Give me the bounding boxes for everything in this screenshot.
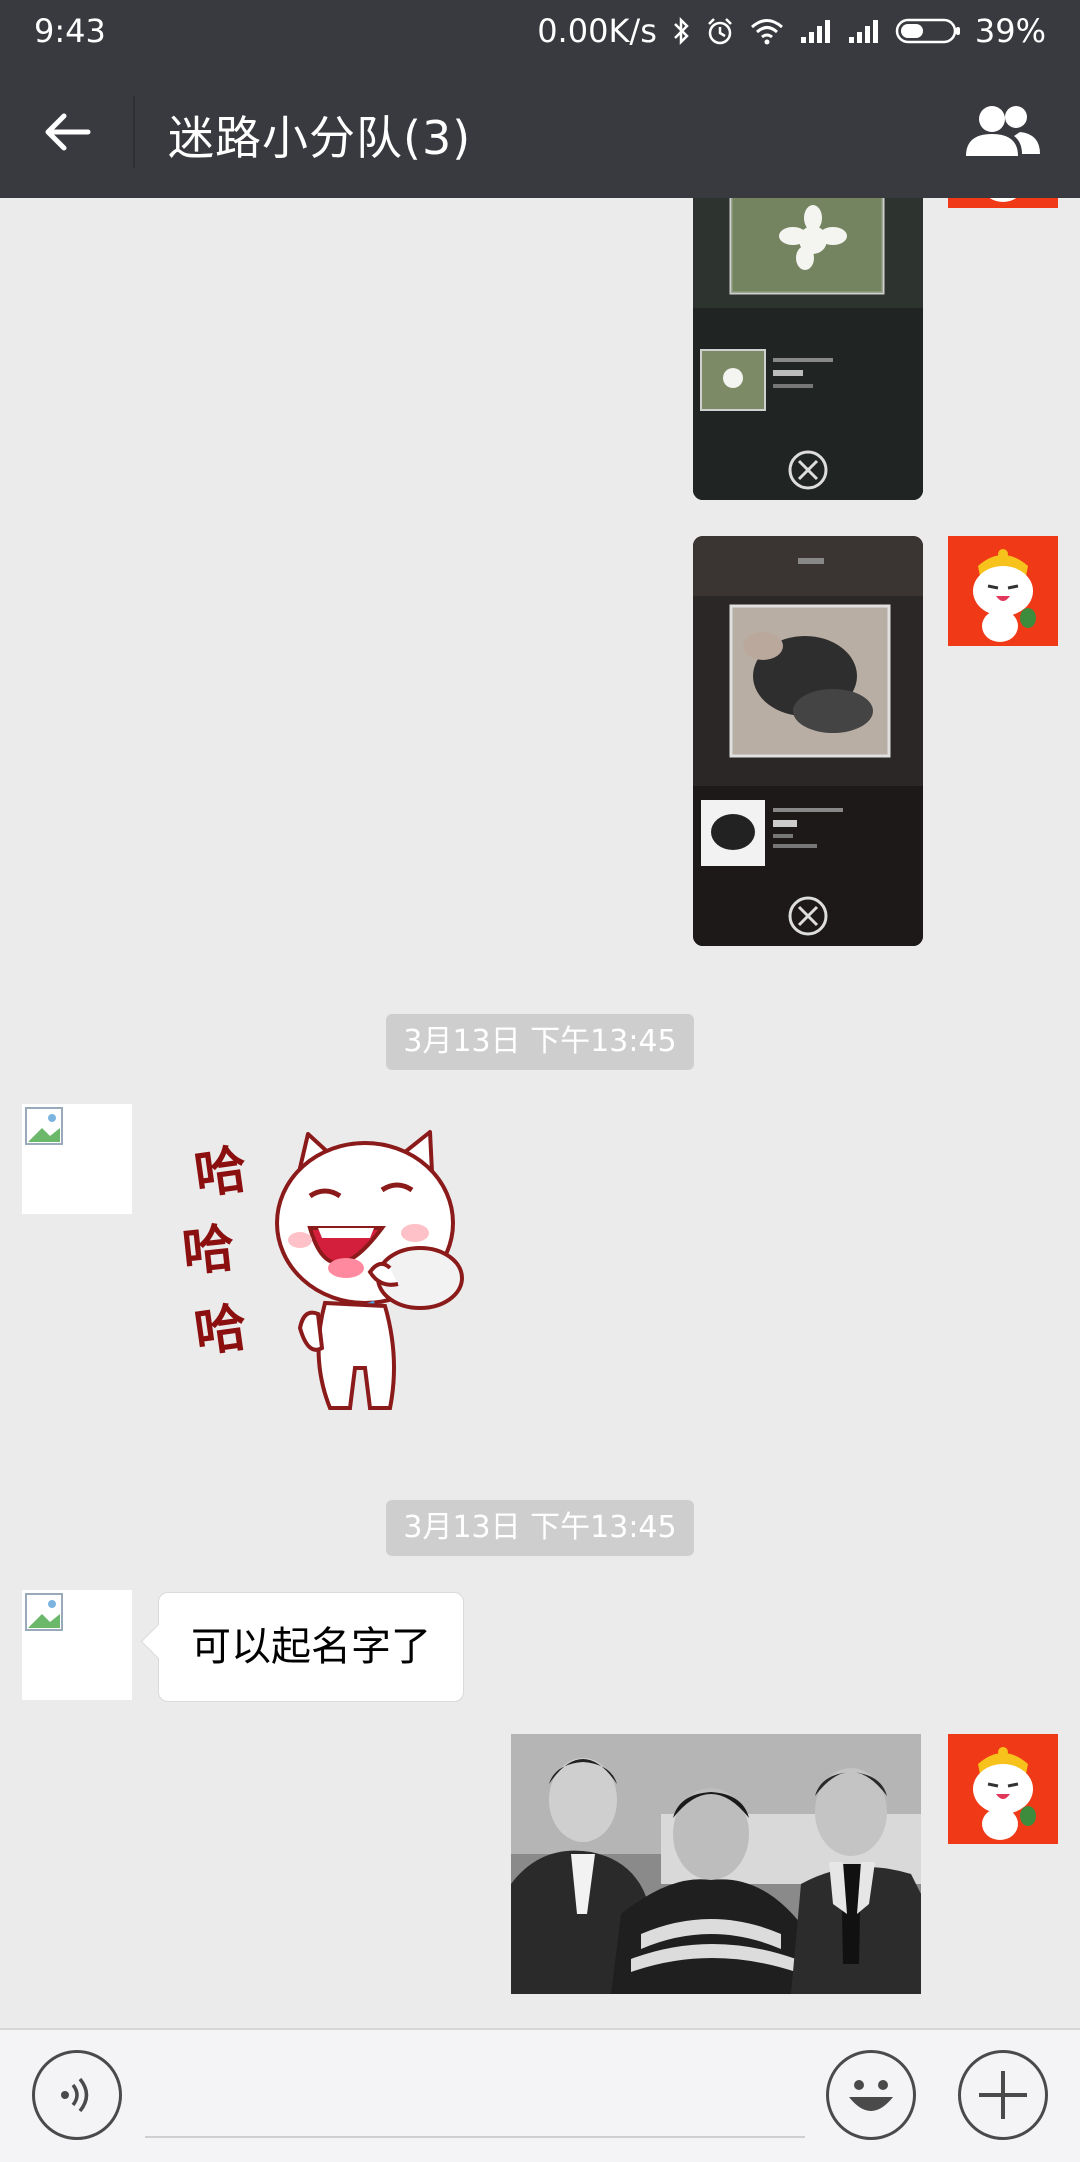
chat-message-list[interactable]: 3月13日 下午13:45 哈 哈 哈 3月13日 下午13:45 可以起名字了 xyxy=(0,198,1080,2028)
mascot-avatar-icon xyxy=(948,198,1058,208)
input-underline xyxy=(145,2136,805,2138)
laughing-cat-sticker-icon xyxy=(275,1130,464,1410)
message-timestamp: 3月13日 下午13:45 xyxy=(386,1500,694,1556)
battery-percent: 39% xyxy=(974,12,1046,50)
net-speed: 0.00K/s xyxy=(537,12,657,50)
image-message-photo[interactable] xyxy=(511,1734,921,1994)
signal-icon-2 xyxy=(848,20,878,43)
emoji-icon xyxy=(849,2080,893,2111)
sticker-text-ha-2: 哈 xyxy=(179,1218,238,1284)
sticker-text-ha-3: 哈 xyxy=(190,1297,251,1365)
mascot-avatar-icon xyxy=(948,1734,1058,1844)
my-avatar[interactable] xyxy=(948,536,1058,646)
text-message-bubble[interactable]: 可以起名字了 xyxy=(158,1592,464,1702)
emoji-button[interactable] xyxy=(826,2050,916,2140)
status-bar: 9:43 0.00K/s 39% xyxy=(0,0,1080,66)
contact-avatar[interactable] xyxy=(22,1590,132,1700)
image-message-flower-screenshot[interactable] xyxy=(693,198,923,500)
header-divider xyxy=(133,96,135,168)
image-message-plant-screenshot[interactable] xyxy=(693,536,923,946)
message-timestamp: 3月13日 下午13:45 xyxy=(386,1014,694,1070)
broken-image-icon xyxy=(25,1593,63,1631)
my-avatar[interactable] xyxy=(948,1734,1058,1844)
chat-header: 迷路小分队(3) xyxy=(0,66,1080,198)
mascot-avatar-icon xyxy=(948,536,1058,646)
signal-icon xyxy=(800,20,830,43)
sticker-message[interactable]: 哈 哈 哈 xyxy=(170,1128,490,1418)
chat-input-bar xyxy=(0,2028,1080,2162)
more-button[interactable] xyxy=(958,2050,1048,2140)
screenshot-image xyxy=(693,198,923,500)
bluetooth-icon xyxy=(673,16,689,46)
contact-avatar[interactable] xyxy=(22,1104,132,1214)
back-arrow-icon[interactable] xyxy=(40,104,96,160)
message-input[interactable] xyxy=(145,2060,809,2134)
status-indicators: 0.00K/s 39% xyxy=(537,12,1046,50)
my-avatar[interactable] xyxy=(948,198,1058,208)
wifi-icon xyxy=(750,19,783,45)
group-members-icon[interactable] xyxy=(964,102,1042,162)
battery-icon xyxy=(895,18,960,44)
black-white-photo-three-men xyxy=(511,1734,921,1994)
status-time: 9:43 xyxy=(34,12,106,50)
voice-icon xyxy=(61,2077,89,2113)
voice-button[interactable] xyxy=(32,2050,122,2140)
screenshot-image xyxy=(693,536,923,946)
sticker-text-ha-1: 哈 xyxy=(190,1139,251,1207)
chat-title: 迷路小分队(3) xyxy=(168,111,472,165)
alarm-icon xyxy=(707,18,732,45)
broken-image-icon xyxy=(25,1107,63,1145)
plus-icon xyxy=(979,2071,1027,2119)
